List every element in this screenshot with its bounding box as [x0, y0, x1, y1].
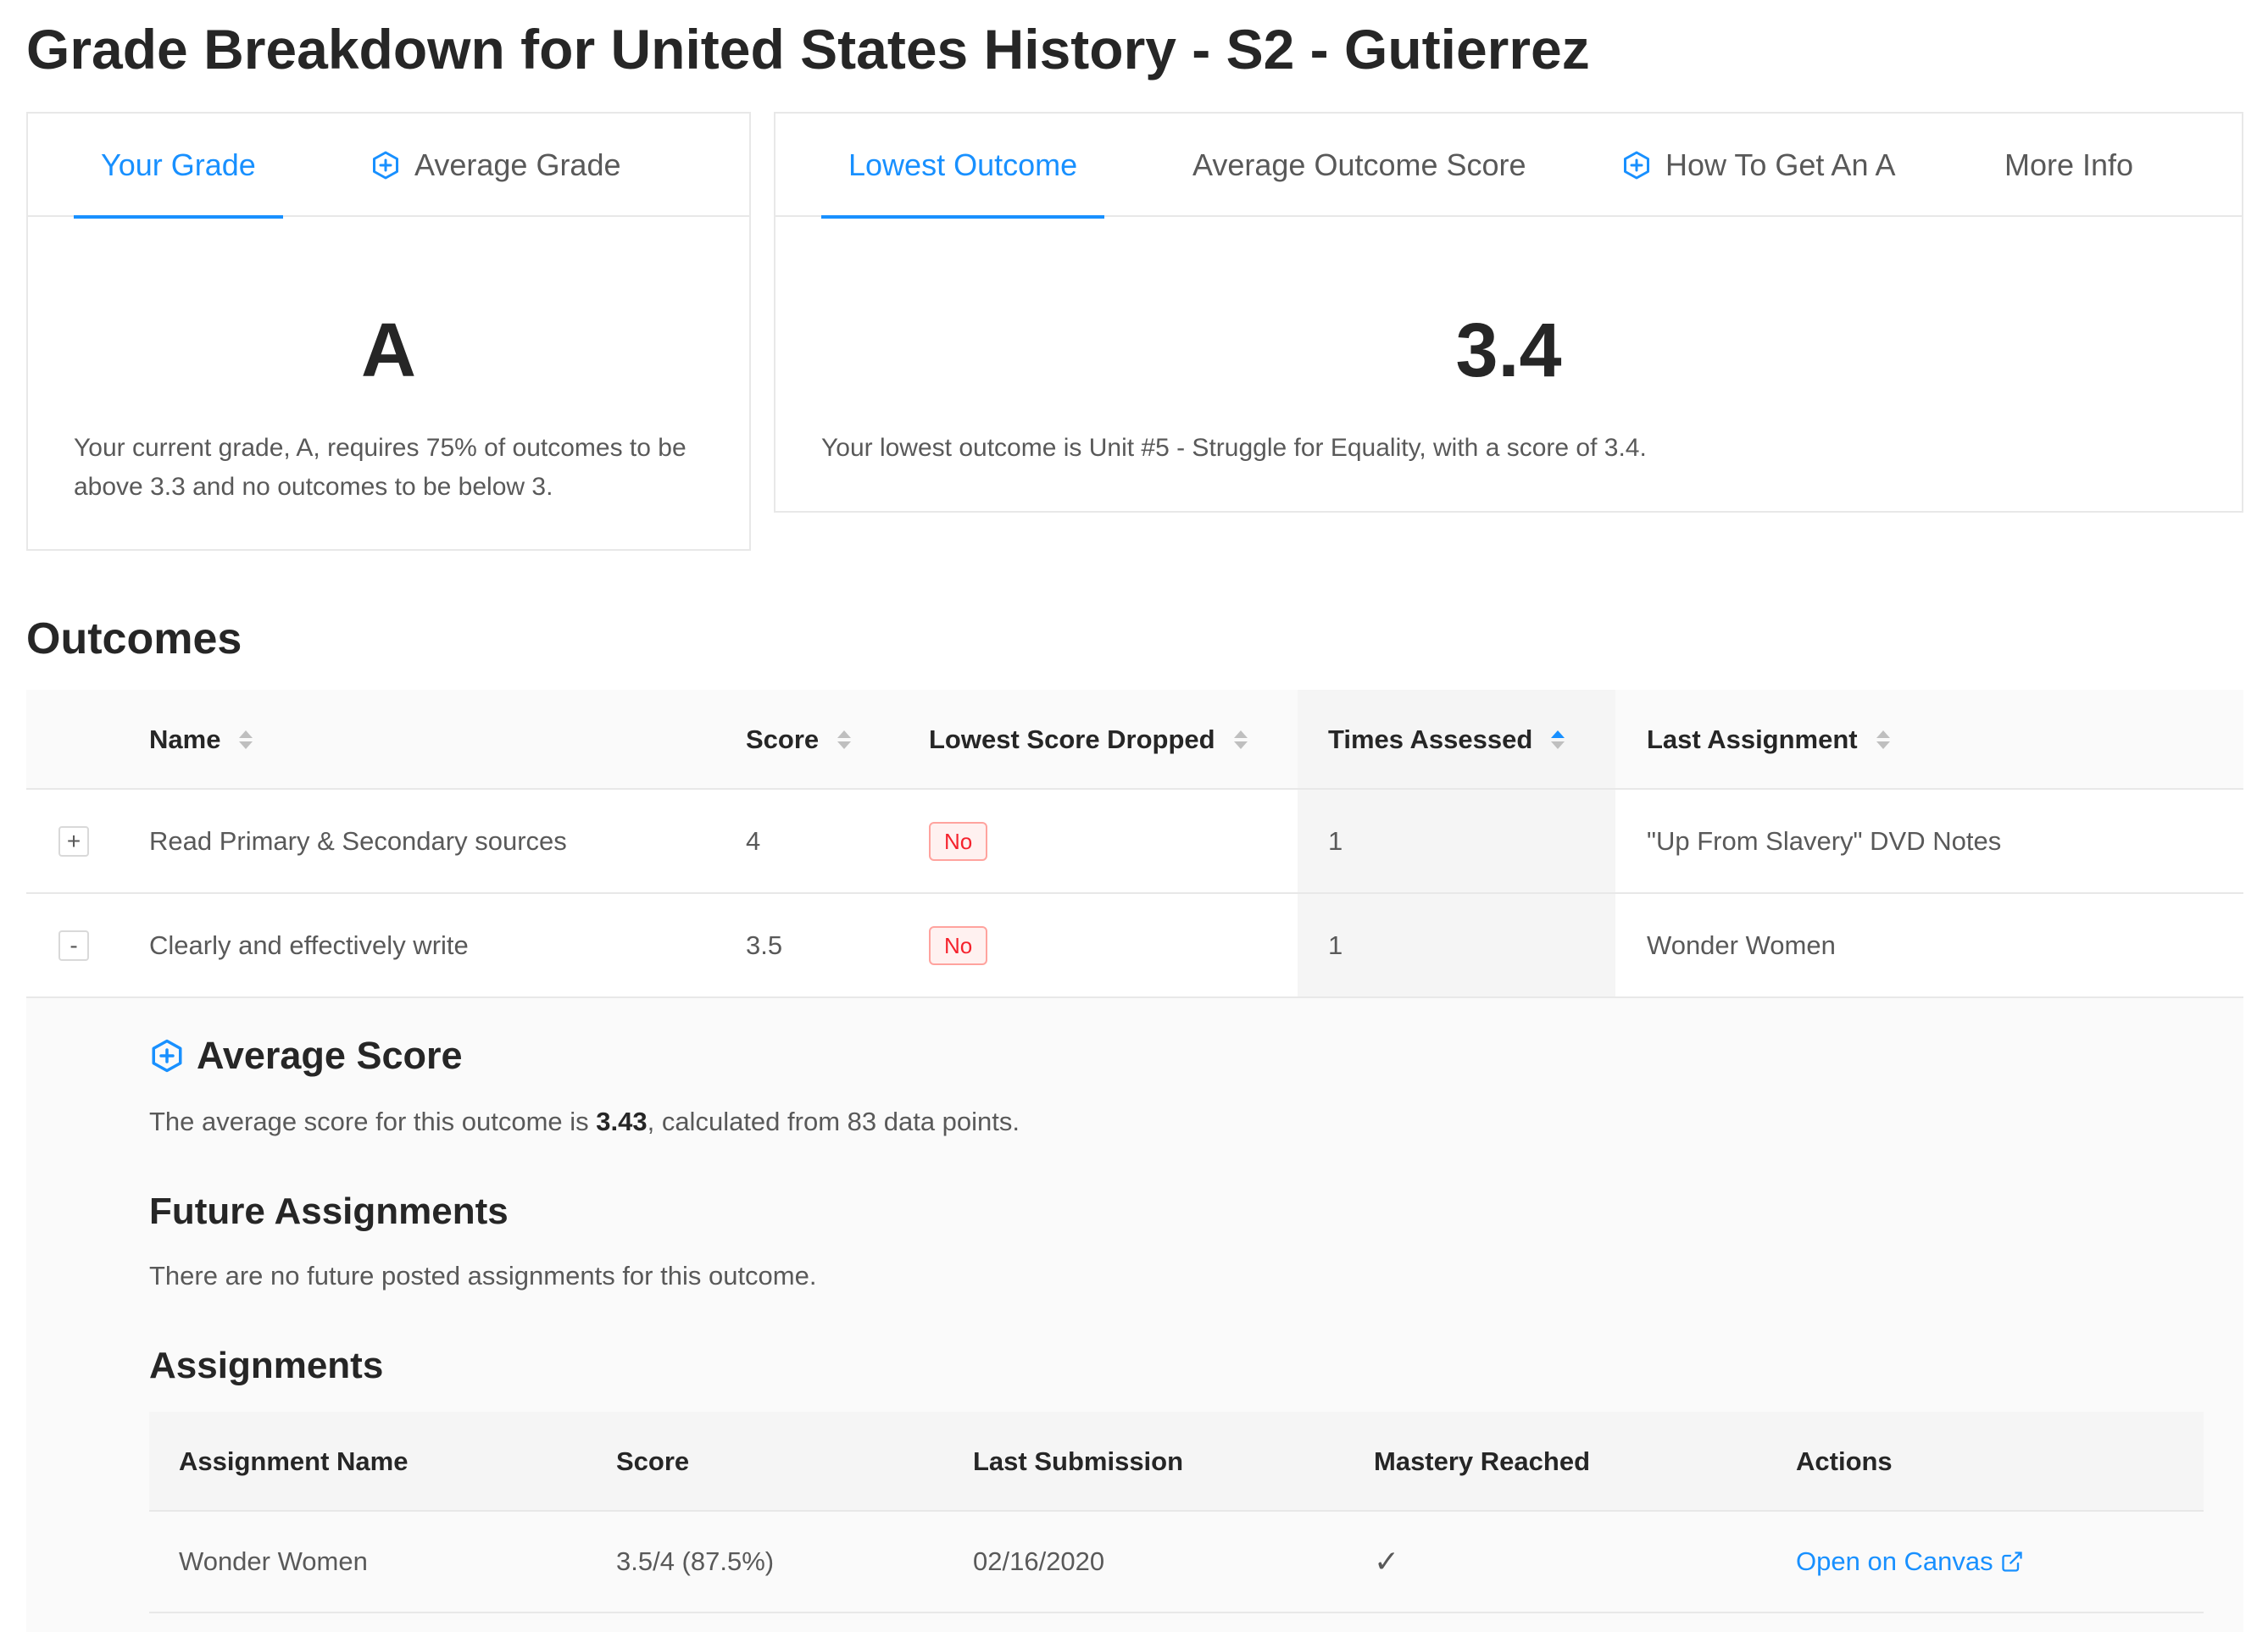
outcome-name: Read Primary & Secondary sources: [149, 825, 567, 856]
sort-ascending-icon: [1551, 730, 1565, 749]
times-assessed: 1: [1328, 825, 1343, 856]
average-score-value: 3.43: [596, 1107, 648, 1136]
table-row: Wonder Women 3.5/4 (87.5%) 02/16/2020 ✓ …: [149, 1512, 2204, 1613]
column-header-times-assessed[interactable]: Times Assessed: [1328, 690, 1565, 790]
grade-tabs: Your Grade Average Grade: [28, 114, 749, 219]
assignments-table-header: Assignment Name Score Last Submission Ma…: [149, 1412, 2204, 1512]
sort-icon: [1233, 730, 1248, 749]
tab-average-outcome-score[interactable]: Average Outcome Score: [1192, 114, 1526, 217]
column-header-score: Score: [616, 1446, 690, 1476]
average-score-text: The average score for this outcome is 3.…: [149, 1103, 1020, 1141]
tab-label: Average Grade: [414, 147, 621, 182]
lowest-score-dropped-cell: No: [929, 790, 988, 892]
checkmark-icon: ✓: [1374, 1544, 1400, 1579]
active-tab-indicator: [821, 215, 1105, 219]
plus-hexagon-icon: [152, 1039, 182, 1073]
column-label: Last Assignment: [1647, 724, 1858, 754]
tab-more-info[interactable]: More Info: [2004, 114, 2133, 217]
assignments-heading: Assignments: [149, 1345, 384, 1386]
lowest-outcome-value: 3.4: [1455, 308, 1562, 393]
status-badge: No: [929, 925, 988, 965]
outcome-score: 3.5: [746, 930, 783, 960]
table-row: + Read Primary & Secondary sources 4 No …: [26, 790, 2243, 894]
collapse-row-button[interactable]: -: [58, 930, 89, 961]
average-score-heading: Average Score: [149, 1034, 463, 1078]
outcomes-table: Name Score Lowest Score Dropped Times As…: [26, 690, 2243, 998]
column-header-lowest-score-dropped[interactable]: Lowest Score Dropped: [929, 690, 1248, 790]
sort-icon: [239, 730, 253, 749]
last-assignment: "Up From Slavery" DVD Notes: [1647, 825, 2002, 856]
tab-label: Average Outcome Score: [1192, 147, 1526, 182]
sort-icon: [1876, 730, 1890, 749]
plus-hexagon-icon: [1624, 151, 1649, 180]
grade-value: A: [361, 308, 416, 393]
tab-average-grade[interactable]: Average Grade: [370, 114, 621, 217]
assignments-table: Assignment Name Score Last Submission Ma…: [149, 1412, 2204, 1613]
plus-hexagon-icon: [373, 151, 398, 180]
outcomes-heading: Outcomes: [26, 614, 242, 663]
actions-cell: Open on Canvas: [1796, 1512, 2024, 1612]
expanded-row-details: Average Score The average score for this…: [26, 998, 2243, 1632]
outcome-summary-card: Lowest Outcome Average Outcome Score How…: [774, 112, 2243, 513]
column-header-last-assignment[interactable]: Last Assignment: [1647, 690, 1890, 790]
assignment-name: Wonder Women: [179, 1546, 368, 1576]
tab-label: How To Get An A: [1665, 147, 1896, 182]
column-label: Score: [746, 724, 820, 754]
future-assignments-text: There are no future posted assignments f…: [149, 1261, 817, 1291]
outcome-name: Clearly and effectively write: [149, 930, 469, 960]
column-header-mastery-reached: Mastery Reached: [1374, 1446, 1591, 1476]
text-part: , calculated from 83 data points.: [647, 1107, 1020, 1136]
heading-text: Average Score: [197, 1034, 463, 1077]
column-label: Name: [149, 724, 221, 754]
outcome-tabs: Lowest Outcome Average Outcome Score How…: [775, 114, 2242, 219]
column-label: Times Assessed: [1328, 724, 1533, 754]
active-tab-indicator: [74, 215, 283, 219]
external-link-icon: [2001, 1552, 2022, 1572]
column-header-score[interactable]: Score: [746, 690, 852, 790]
text-part: The average score for this outcome is: [149, 1107, 597, 1136]
status-badge: No: [929, 821, 988, 861]
column-header-assignment-name: Assignment Name: [179, 1446, 409, 1476]
tab-label: Your Grade: [101, 147, 256, 182]
grade-description: Your current grade, A, requires 75% of o…: [74, 434, 687, 501]
lowest-outcome-description: Your lowest outcome is Unit #5 - Struggl…: [821, 434, 1647, 462]
tab-label: More Info: [2004, 147, 2134, 182]
tab-label: Lowest Outcome: [848, 147, 1078, 182]
last-assignment: Wonder Women: [1647, 930, 1836, 960]
tab-your-grade[interactable]: Your Grade: [74, 114, 283, 219]
tab-how-to-get-an-a[interactable]: How To Get An A: [1621, 114, 1896, 217]
expand-row-button[interactable]: +: [58, 826, 89, 857]
future-assignments-heading: Future Assignments: [149, 1191, 509, 1232]
outcome-score: 4: [746, 825, 761, 856]
outcomes-table-header: Name Score Lowest Score Dropped Times As…: [26, 690, 2243, 790]
assignment-score: 3.5/4 (87.5%): [616, 1546, 775, 1576]
grade-card: Your Grade Average Grade A Your current …: [26, 112, 751, 551]
times-assessed: 1: [1328, 930, 1343, 960]
column-header-actions: Actions: [1796, 1446, 1893, 1476]
page: Grade Breakdown for United States Histor…: [0, 0, 2268, 1632]
page-title: Grade Breakdown for United States Histor…: [26, 18, 1590, 80]
last-submission-date: 02/16/2020: [973, 1546, 1105, 1576]
column-label: Lowest Score Dropped: [929, 724, 1215, 754]
open-on-canvas-link[interactable]: Open on Canvas: [1796, 1546, 2024, 1577]
table-row: - Clearly and effectively write 3.5 No 1…: [26, 894, 2243, 998]
lowest-score-dropped-cell: No: [929, 894, 988, 996]
column-header-last-submission: Last Submission: [973, 1446, 1184, 1476]
link-label: Open on Canvas: [1796, 1546, 1993, 1576]
tab-lowest-outcome[interactable]: Lowest Outcome: [821, 114, 1105, 219]
sort-icon: [837, 730, 852, 749]
column-header-name[interactable]: Name: [149, 690, 253, 790]
